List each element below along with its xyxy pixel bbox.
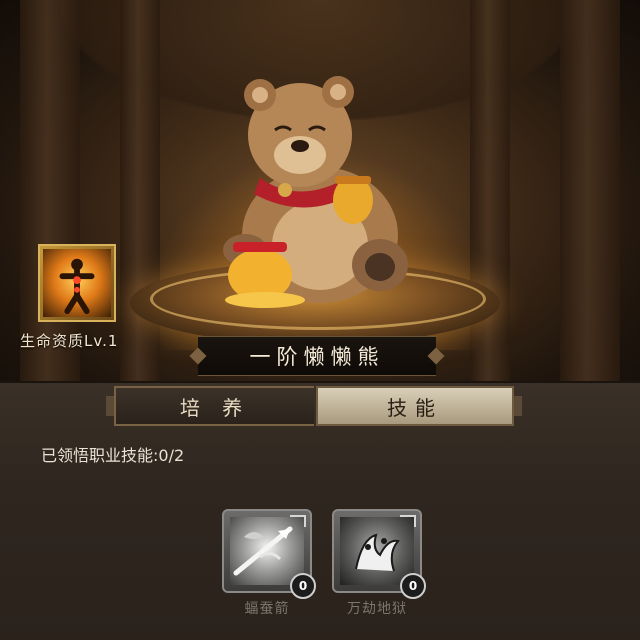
body-aura-icon	[43, 249, 111, 317]
skill-name-1: 蝠蚕箭	[244, 601, 290, 617]
life-aptitude-button[interactable]	[38, 244, 116, 322]
comprehended-skills-count: 已领悟职业技能:0/2	[41, 446, 185, 465]
temple-pillar	[560, 0, 620, 381]
pet-screen: 生命资质Lv.1 一阶懒懒熊 培 养 技能 已领悟职业技能:0/2 0 蝠蚕箭	[0, 0, 640, 640]
life-aptitude-label: 生命资质Lv.1	[20, 332, 119, 350]
pet-display-scene	[0, 0, 640, 381]
pet-name: 一阶懒懒熊	[249, 345, 385, 369]
bear-with-honey-icon[interactable]	[205, 60, 435, 310]
skill-corner-ornament	[290, 515, 306, 527]
skill-corner-ornament	[400, 515, 416, 527]
pet-name-plate: 一阶懒懒熊	[198, 336, 436, 376]
tab-cultivate[interactable]: 培 养	[114, 386, 314, 426]
tab-bar-end-ornament	[106, 396, 114, 416]
skill-slot-1[interactable]: 0	[222, 509, 316, 599]
temple-pillar	[20, 0, 80, 381]
skill-level-badge: 0	[400, 573, 426, 599]
hell-claw-icon	[340, 517, 414, 585]
tab-skills[interactable]: 技能	[316, 386, 514, 426]
skill-slot-2[interactable]: 0	[332, 509, 426, 599]
tab-bar-end-ornament	[514, 396, 522, 416]
skill-name-2: 万劫地狱	[347, 601, 407, 617]
bat-arrow-icon	[230, 517, 304, 585]
skill-level-badge: 0	[290, 573, 316, 599]
